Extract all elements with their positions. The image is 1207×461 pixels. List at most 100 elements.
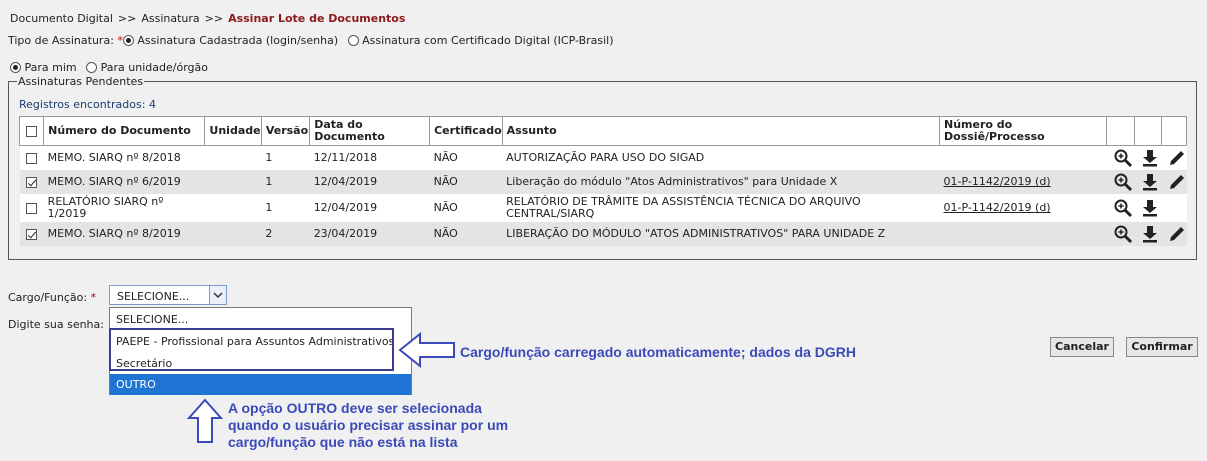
cell-numero: RELATÓRIO SIARQ nº 1/2019 <box>43 194 205 222</box>
table-row: RELATÓRIO SIARQ nº 1/2019 1 12/04/2019 N… <box>19 194 1187 222</box>
annotation-outro-line: quando o usuário precisar assinar por um <box>228 417 509 433</box>
registros-encontrados-label: Registros encontrados: <box>19 98 146 111</box>
col-unidade[interactable]: Unidade <box>204 116 262 146</box>
zoom-icon[interactable] <box>1113 172 1133 192</box>
row-checkbox-cell <box>19 170 44 194</box>
cargo-select-toggle[interactable] <box>209 286 226 304</box>
required-mark: * <box>90 291 97 304</box>
edit-cell <box>1161 145 1187 170</box>
cargo-select-value: SELECIONE... <box>117 290 190 303</box>
radio-para-unidade-label[interactable]: Para unidade/órgão <box>101 61 208 74</box>
radio-assinatura-certificado-label[interactable]: Assinatura com Certificado Digital (ICP-… <box>362 34 613 47</box>
breadcrumb: Documento Digital >> Assinatura >> Assinar L… <box>10 12 405 25</box>
col-numero-documento[interactable]: Número do Documento <box>43 116 206 146</box>
registros-encontrados: Registros encontrados: 4 <box>19 98 156 111</box>
cell-unidade <box>204 194 262 222</box>
cargo-option-selecione[interactable]: SELECIONE... <box>110 309 411 330</box>
col-versao[interactable]: Versão <box>260 116 311 146</box>
table-row: MEMO. SIARQ nº 6/2019 1 12/04/2019 NÃO L… <box>19 170 1187 194</box>
col-action-download <box>1133 116 1162 146</box>
radio-assinatura-cadastrada[interactable] <box>122 35 134 46</box>
edit-cell <box>1161 222 1187 246</box>
cell-processo: 01-P-1142/2019 (d) <box>939 170 1107 194</box>
cell-processo <box>939 222 1107 246</box>
radio-para-mim[interactable] <box>10 62 21 73</box>
annotation-outro-note: A opção OUTRO deve ser selecionada quand… <box>228 400 508 451</box>
cargo-label-row: Cargo/Função: * <box>8 291 96 304</box>
cell-unidade <box>204 222 262 246</box>
download-cell <box>1134 222 1162 246</box>
cell-assunto: RELATÓRIO DE TRÂMITE DA ASSISTÊNCIA TÉCN… <box>502 194 940 222</box>
download-icon[interactable] <box>1140 172 1160 192</box>
row-checkbox[interactable] <box>26 202 38 214</box>
download-icon[interactable] <box>1140 198 1160 218</box>
cargo-label: Cargo/Função: <box>8 291 88 304</box>
cell-versao: 1 <box>261 145 310 170</box>
para-row: Para mim Para unidade/órgão <box>10 61 208 74</box>
radio-assinatura-cadastrada-label[interactable]: Assinatura Cadastrada (login/senha) <box>137 34 338 47</box>
row-checkbox-cell <box>19 145 44 170</box>
radio-assinatura-certificado[interactable] <box>347 35 359 46</box>
zoom-icon[interactable] <box>1113 198 1133 218</box>
view-cell <box>1106 170 1134 194</box>
annotation-cargo-note: Cargo/função carregado automaticamente; … <box>460 344 856 360</box>
edit-cell-empty <box>1161 194 1187 222</box>
processo-link[interactable]: 01-P-1142/2019 (d) <box>944 201 1051 214</box>
download-icon[interactable] <box>1140 148 1160 168</box>
cell-unidade <box>204 170 262 194</box>
cell-numero: MEMO. SIARQ nº 6/2019 <box>43 170 205 194</box>
cell-certificado: NÃO <box>429 170 503 194</box>
table-header-row: Número do Documento Unidade Versão Data … <box>18 116 1188 146</box>
row-checkbox[interactable] <box>26 152 38 164</box>
cell-processo: 01-P-1142/2019 (d) <box>939 194 1107 222</box>
zoom-icon[interactable] <box>1113 224 1133 244</box>
cargo-select[interactable]: SELECIONE... <box>109 285 227 305</box>
cell-numero: MEMO. SIARQ nº 8/2019 <box>43 222 205 246</box>
row-checkbox[interactable] <box>26 228 38 240</box>
cell-certificado: NÃO <box>429 222 503 246</box>
download-icon[interactable] <box>1140 224 1160 244</box>
download-cell <box>1134 145 1162 170</box>
cell-data: 23/04/2019 <box>309 222 430 246</box>
edit-icon[interactable] <box>1167 224 1187 244</box>
cell-data: 12/04/2019 <box>309 170 430 194</box>
registros-encontrados-count: 4 <box>148 98 156 111</box>
arrow-up-icon <box>187 398 223 443</box>
arrow-left-icon <box>398 332 455 368</box>
breadcrumb-item-assinatura[interactable]: Assinatura <box>141 12 199 25</box>
col-numero-processo[interactable]: Número do Dossiê/Processo <box>939 116 1108 146</box>
edit-icon[interactable] <box>1167 148 1187 168</box>
annotation-outro-line: A opção OUTRO deve ser selecionada <box>228 400 482 416</box>
zoom-icon[interactable] <box>1113 148 1133 168</box>
view-cell <box>1106 145 1134 170</box>
row-checkbox[interactable] <box>26 176 38 188</box>
cell-versao: 1 <box>261 170 310 194</box>
breadcrumb-separator: >> <box>117 12 137 25</box>
col-assunto[interactable]: Assunto <box>501 116 941 146</box>
edit-icon[interactable] <box>1167 172 1187 192</box>
cancel-button[interactable]: Cancelar <box>1050 337 1114 357</box>
cell-versao: 2 <box>261 222 310 246</box>
radio-para-unidade[interactable] <box>86 62 98 73</box>
row-checkbox-cell <box>19 222 44 246</box>
cell-versao: 1 <box>261 194 310 222</box>
senha-label: Digite sua senha: <box>8 318 104 331</box>
breadcrumb-item-documento-digital[interactable]: Documento Digital <box>10 12 113 25</box>
select-all-checkbox[interactable] <box>26 125 38 137</box>
radio-para-mim-label[interactable]: Para mim <box>25 61 77 74</box>
annotation-outro-line: cargo/função que não está na lista <box>228 434 458 450</box>
breadcrumb-current: Assinar Lote de Documentos <box>228 12 406 25</box>
view-cell <box>1106 194 1134 222</box>
confirm-button[interactable]: Confirmar <box>1126 337 1198 357</box>
col-data-documento[interactable]: Data do Documento <box>309 116 431 146</box>
cargo-option-outro[interactable]: OUTRO <box>110 374 411 395</box>
cell-assunto: AUTORIZAÇÃO PARA USO DO SIGAD <box>502 145 940 170</box>
annotation-highlight-box <box>109 328 394 371</box>
tipo-assinatura-label: Tipo de Assinatura: <box>8 34 114 47</box>
processo-link[interactable]: 01-P-1142/2019 (d) <box>944 175 1051 188</box>
col-certificado[interactable]: Certificado <box>429 116 503 146</box>
cell-data: 12/04/2019 <box>309 194 430 222</box>
cell-numero: MEMO. SIARQ nº 8/2018 <box>43 145 205 170</box>
cell-assunto: LIBERAÇÃO DO MÓDULO "ATOS ADMINISTRATIVO… <box>502 222 940 246</box>
table-row: MEMO. SIARQ nº 8/2019 2 23/04/2019 NÃO L… <box>19 222 1187 246</box>
